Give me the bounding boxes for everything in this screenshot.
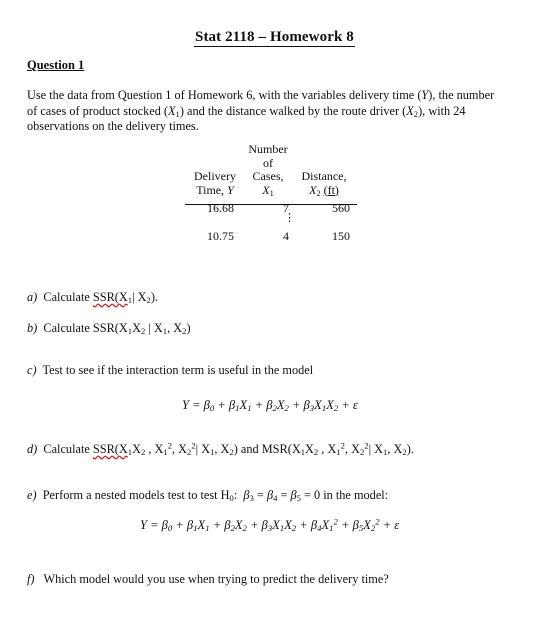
header-delivery-time: Delivery Time, Y <box>194 169 236 197</box>
document-title: Stat 2118 – Homework 8 <box>194 29 355 47</box>
part-b: b) Calculate SSR(X1X2 | X1, X2) <box>27 321 191 337</box>
header-distance: Distance, X2 (ft) <box>301 169 347 198</box>
header-number-of-cases: Number of Cases, X1 <box>248 142 288 198</box>
cell-distance-row2: 150 <box>332 229 350 243</box>
part-c: c) Test to see if the interaction term i… <box>27 363 314 377</box>
cell-cases-row2: 4 <box>283 229 289 243</box>
part-a: a) Calculate SSR(X1| X2). <box>27 290 158 306</box>
cell-time-row1: 16.68 <box>207 201 234 215</box>
part-d: d) Calculate SSR(X1X2 , X12, X22| X1, X2… <box>27 440 414 458</box>
cell-time-row2: 10.75 <box>207 229 234 243</box>
cell-distance-row1: 560 <box>332 201 350 215</box>
part-e: e) Perform a nested models test to test … <box>27 488 389 504</box>
part-f: f) Which model would you use when trying… <box>27 572 389 586</box>
question-heading: Question 1 <box>27 58 85 72</box>
ellipsis: ⋮ <box>284 212 295 224</box>
equation-interaction-model: Y = β0 + β1X1 + β2X2 + β3X1X2 + ε <box>182 398 358 414</box>
equation-full-model: Y = β0 + β1X1 + β2X2 + β3X1X2 + β4X12 + … <box>140 516 400 534</box>
intro-paragraph: Use the data from Question 1 of Homework… <box>27 88 495 133</box>
